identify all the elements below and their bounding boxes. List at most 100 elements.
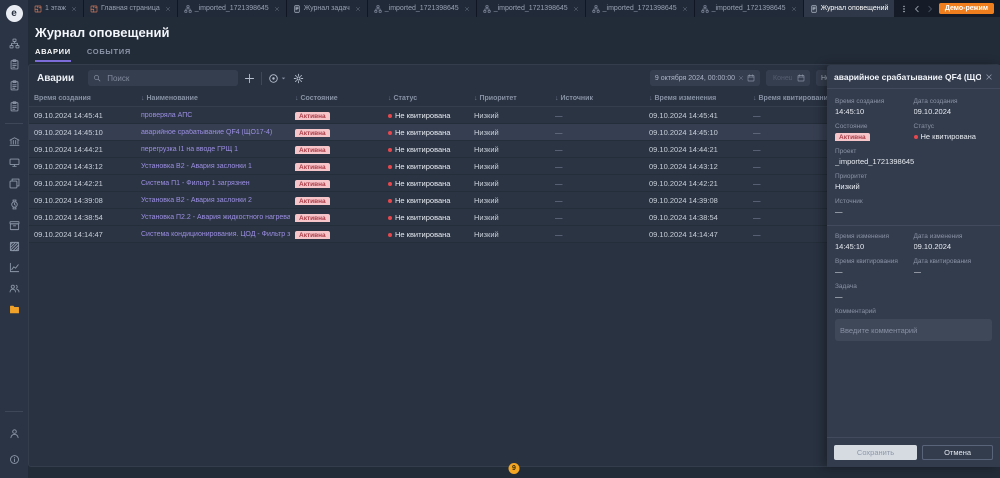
clipboard-icon: [9, 59, 20, 70]
sidebar-item-journal-folder[interactable]: [6, 301, 22, 317]
sidebar-item-copy[interactable]: [6, 175, 22, 191]
tab-close-icon[interactable]: [573, 6, 579, 12]
column-header[interactable]: ↓ Статус: [383, 95, 469, 102]
tab-close-icon[interactable]: [274, 6, 280, 12]
date-to-input[interactable]: [771, 74, 794, 83]
close-icon[interactable]: [985, 73, 993, 81]
plan-icon: [34, 5, 42, 13]
sidebar-item-display[interactable]: [6, 154, 22, 170]
tab-label: _imported_1721398645: [603, 5, 677, 12]
tab-label: 1 этаж: [45, 5, 66, 12]
state-badge: Активна: [835, 133, 870, 141]
cell-state: Активна: [290, 230, 383, 239]
cancel-button[interactable]: Отмена: [922, 445, 993, 460]
search-box[interactable]: [88, 70, 238, 86]
sidebar-item-about[interactable]: [6, 451, 22, 467]
cell-created: 09.10.2024 14:45:41: [29, 111, 136, 120]
sidebar-item-users[interactable]: [6, 280, 22, 296]
sidebar-top-group: [6, 30, 22, 119]
alarm-link[interactable]: Установка В2 - Авария заслонки 2: [141, 197, 252, 204]
sidebar-item-pattern[interactable]: [6, 238, 22, 254]
alarm-link[interactable]: Система кондиционирования. ЦОД - Фильтр …: [141, 231, 290, 238]
alarm-link[interactable]: Установка П2.2 - Авария жидкостного нагр…: [141, 214, 290, 221]
cell-modified: 09.10.2024 14:45:10: [644, 128, 748, 137]
tab-close-icon[interactable]: [71, 6, 77, 12]
column-header[interactable]: ↓ Приоритет: [469, 95, 550, 102]
cell-name: Система П1 - Фильтр 1 загрязнен: [136, 180, 290, 187]
sort-icon[interactable]: ↓: [388, 95, 392, 102]
cell-state: Активна: [290, 213, 383, 222]
app-logo-icon[interactable]: е: [6, 5, 23, 22]
app-tab[interactable]: 1 этаж: [28, 0, 84, 17]
app-tab[interactable]: Журнал задач: [287, 0, 368, 17]
app-tab[interactable]: _imported_1721398645: [477, 0, 586, 17]
app-tab[interactable]: _imported_1721398645: [368, 0, 477, 17]
cell-priority: Низкий: [469, 179, 550, 188]
journal-folder-icon: [9, 304, 20, 315]
state-badge: Активна: [295, 163, 330, 171]
column-header[interactable]: ↓ Наименование: [136, 95, 290, 102]
acknowledge-all-button[interactable]: [268, 73, 287, 84]
tab-close-icon[interactable]: [791, 6, 797, 12]
tab-events[interactable]: СОБЫТИЯ: [87, 47, 131, 62]
sidebar-item-clipboard[interactable]: [6, 98, 22, 114]
tab-alarms[interactable]: АВАРИИ: [35, 47, 71, 62]
sort-icon[interactable]: ↓: [649, 95, 653, 102]
date-to-filter[interactable]: [766, 70, 810, 86]
column-header[interactable]: Время создания: [29, 95, 136, 102]
alarm-link[interactable]: проверяла АПС: [141, 112, 192, 119]
tab-close-icon[interactable]: [355, 6, 361, 12]
add-button[interactable]: [244, 73, 255, 84]
app-tab[interactable]: Главная страница: [84, 0, 178, 17]
cell-source: —: [550, 230, 644, 239]
sidebar-item-structure[interactable]: [6, 35, 22, 51]
state-badge: Активна: [295, 214, 330, 222]
clear-date-icon[interactable]: [738, 75, 744, 81]
task-value: —: [835, 292, 992, 301]
notification-count-badge[interactable]: 9: [509, 463, 520, 474]
status-dot-icon: [388, 182, 392, 186]
sidebar-item-clipboard[interactable]: [6, 56, 22, 72]
field-label: Время квитирования: [835, 258, 914, 265]
app-window: е 1 этаж Главная страница _imported_1721…: [0, 0, 1000, 478]
sidebar-item-user[interactable]: [6, 425, 22, 441]
user-icon: [9, 428, 20, 439]
search-input[interactable]: [105, 73, 233, 84]
alarm-link[interactable]: перегрузка I1 на вводе ГРЩ 1: [141, 146, 238, 153]
alarm-link[interactable]: аварийное срабатывание QF4 (ЩО17-4): [141, 129, 272, 136]
sidebar-item-trends[interactable]: [6, 259, 22, 275]
alarm-link[interactable]: Установка В2 - Авария заслонки 1: [141, 163, 252, 170]
cell-priority: Низкий: [469, 111, 550, 120]
column-header[interactable]: ↓ Состояние: [290, 95, 383, 102]
column-header[interactable]: ↓ Время изменения: [644, 95, 748, 102]
tab-close-icon[interactable]: [682, 6, 688, 12]
alarm-link[interactable]: Система П1 - Фильтр 1 загрязнен: [141, 180, 250, 187]
field-label: Дата изменения: [914, 233, 993, 240]
clipboard-icon: [9, 101, 20, 112]
sidebar-divider-bottom: [5, 411, 23, 412]
app-tab[interactable]: _imported_1721398645: [586, 0, 695, 17]
sort-icon[interactable]: ↓: [295, 95, 299, 102]
back-icon[interactable]: [913, 5, 921, 13]
cell-status: Не квитирована: [383, 230, 469, 239]
sidebar-item-clipboard[interactable]: [6, 77, 22, 93]
sidebar-item-watch[interactable]: [6, 196, 22, 212]
sort-icon[interactable]: ↓: [555, 95, 559, 102]
app-tab[interactable]: Журнал оповещений: [804, 0, 894, 17]
comment-input[interactable]: [835, 319, 992, 341]
sort-icon[interactable]: ↓: [474, 95, 478, 102]
sidebar-item-devices[interactable]: [6, 133, 22, 149]
date-from-filter[interactable]: 9 октября 2024, 00:00:00: [650, 70, 760, 86]
save-button[interactable]: Сохранить: [834, 445, 917, 460]
forward-icon[interactable]: [926, 5, 934, 13]
tab-close-icon[interactable]: [165, 6, 171, 12]
sort-icon[interactable]: ↓: [141, 95, 145, 102]
tab-close-icon[interactable]: [464, 6, 470, 12]
sidebar-item-archive[interactable]: [6, 217, 22, 233]
more-icon[interactable]: [900, 5, 908, 13]
settings-button[interactable]: [293, 73, 304, 84]
sort-icon[interactable]: ↓: [753, 95, 757, 102]
app-tab[interactable]: _imported_1721398645: [178, 0, 287, 17]
column-header[interactable]: ↓ Источник: [550, 95, 644, 102]
app-tab[interactable]: _imported_1721398645: [695, 0, 804, 17]
